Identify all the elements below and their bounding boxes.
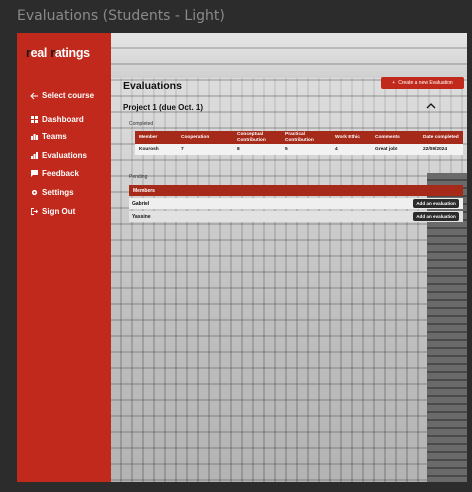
team-icon [31, 133, 38, 140]
add-evaluation-button[interactable]: Add an evaluation [413, 199, 459, 208]
pending-label: Pending [129, 174, 148, 180]
page-title: Evaluations [123, 80, 182, 92]
project-title: Project 1 (due Oct. 1) [123, 103, 204, 112]
add-evaluation-button[interactable]: Add an evaluation [413, 212, 459, 221]
main-content: Evaluations + Create a new Evaluation Pr… [111, 33, 467, 482]
pending-table: Members Gabriel Add an evaluation Yassin… [129, 185, 463, 222]
sidebar: real ratings Select course Dashboard Tea… [17, 33, 111, 482]
pending-row-gabriel: Gabriel Add an evaluation [129, 198, 463, 209]
frame-title: Evaluations (Students - Light) [17, 8, 225, 24]
sidebar-item-evaluations[interactable]: Evaluations [31, 149, 87, 161]
logo[interactable]: real ratings [26, 46, 90, 60]
chevron-up-icon[interactable] [425, 101, 437, 111]
sidebar-item-teams[interactable]: Teams [31, 130, 67, 142]
sidebar-item-signout[interactable]: Sign Out [31, 205, 75, 217]
chat-icon [31, 169, 38, 177]
plus-icon: + [392, 80, 396, 86]
select-course-label: Select course [42, 91, 95, 100]
sidebar-item-feedback[interactable]: Feedback [31, 167, 79, 179]
gear-icon [31, 189, 38, 195]
create-evaluation-button[interactable]: + Create a new Evaluation [381, 77, 464, 89]
grid-icon [31, 115, 38, 123]
sidebar-item-dashboard[interactable]: Dashboard [31, 113, 84, 125]
completed-table-header: Member Cooperation Conceptual Contributi… [135, 131, 463, 144]
table-row: Kourosh 7 8 5 4 Great job! 22/09/2024 [135, 144, 463, 155]
chart-icon [31, 151, 38, 159]
member-name: Gabriel [132, 200, 150, 207]
select-course-link[interactable]: Select course [30, 91, 94, 100]
sidebar-item-settings[interactable]: Settings [31, 186, 74, 198]
completed-label: Completed [129, 121, 154, 127]
app-frame: real ratings Select course Dashboard Tea… [17, 33, 467, 482]
member-name: Yassine [132, 213, 151, 220]
pending-row-yassine: Yassine Add an evaluation [129, 211, 463, 222]
logout-icon [31, 207, 38, 215]
arrow-left-icon [30, 92, 38, 99]
pending-table-header: Members [129, 185, 463, 196]
completed-table: Member Cooperation Conceptual Contributi… [135, 131, 463, 155]
